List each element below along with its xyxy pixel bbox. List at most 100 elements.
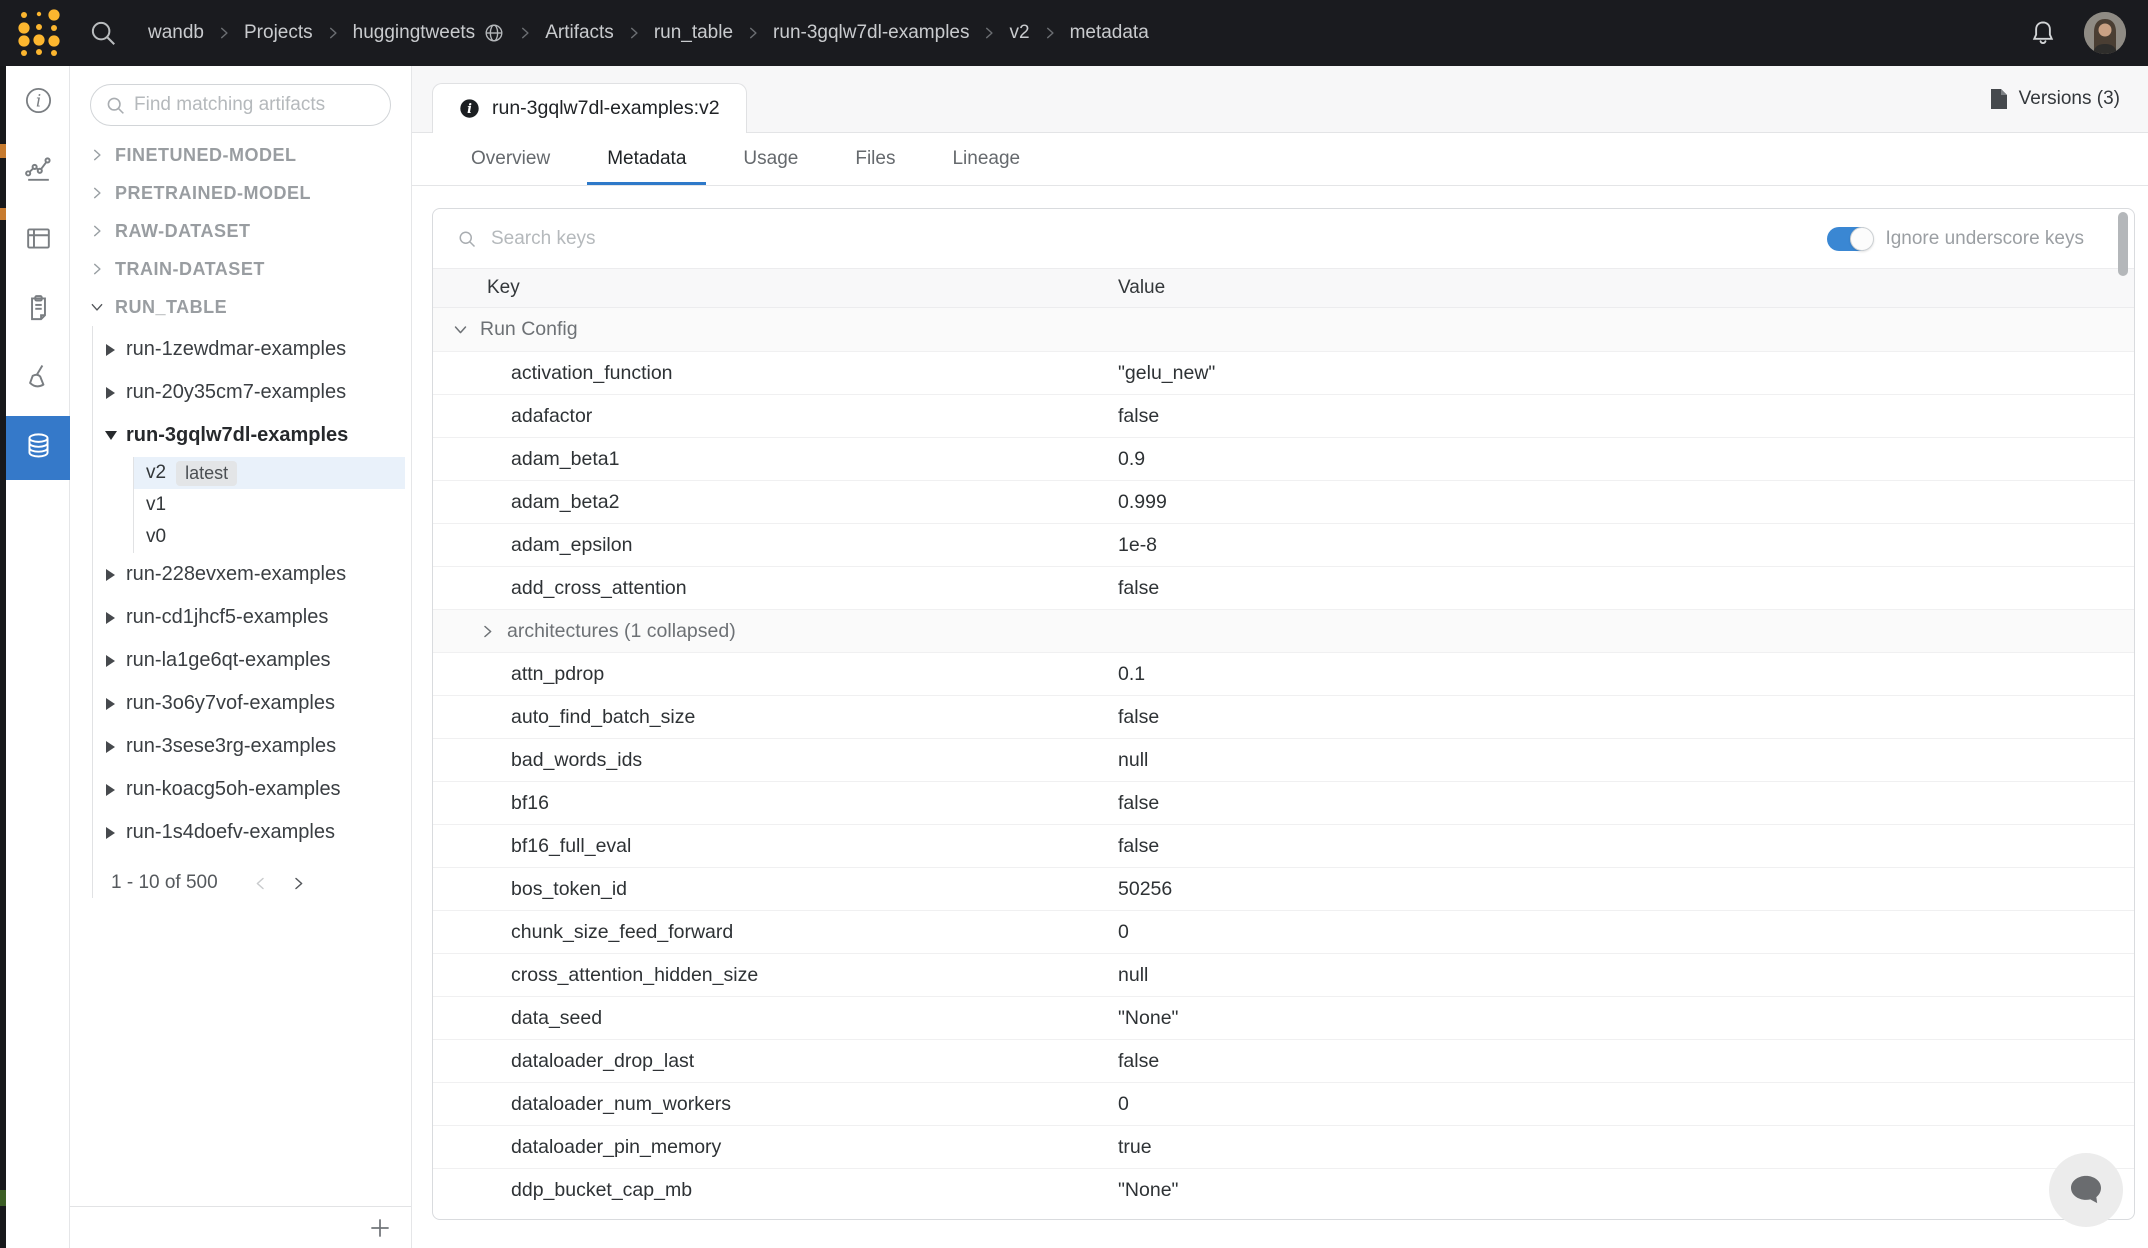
- card-scrollbar-thumb[interactable]: [2118, 212, 2128, 276]
- tree-item-run-koacg5oh-examples[interactable]: run-koacg5oh-examples: [93, 768, 411, 811]
- global-search-icon[interactable]: [88, 18, 118, 48]
- metadata-key: ddp_bucket_cap_mb: [433, 1179, 1118, 1202]
- breadcrumb-item-run_table[interactable]: run_table: [654, 22, 733, 44]
- metadata-value: null: [1118, 749, 2134, 772]
- tree-item-run-la1ge6qt-examples[interactable]: run-la1ge6qt-examples: [93, 639, 411, 682]
- breadcrumb-item-metadata[interactable]: metadata: [1070, 22, 1149, 44]
- breadcrumb-separator-icon: [217, 26, 231, 40]
- triangle-right-icon: [106, 698, 115, 710]
- tree-item-run-cd1jhcf5-examples[interactable]: run-cd1jhcf5-examples: [93, 596, 411, 639]
- user-avatar[interactable]: [2084, 12, 2126, 54]
- breadcrumb-item-huggingtweets[interactable]: huggingtweets: [353, 22, 506, 44]
- edge-fleck: [0, 1190, 6, 1206]
- artifact-tab-strip: i run-3gqlw7dl-examples:v2 Versions (3): [412, 66, 2148, 133]
- rail-item-sweeps[interactable]: [6, 347, 70, 411]
- metadata-value: 0: [1118, 921, 2134, 944]
- metadata-row: dataloader_pin_memorytrue: [433, 1125, 2134, 1168]
- metadata-value: "gelu_new": [1118, 362, 2134, 385]
- tab-metadata[interactable]: Metadata: [587, 133, 706, 185]
- support-chat-button[interactable]: [2049, 1153, 2123, 1227]
- metadata-row: add_cross_attentionfalse: [433, 566, 2134, 609]
- version-item-v1[interactable]: v1: [134, 489, 405, 521]
- rail-item-panels[interactable]: [6, 209, 70, 273]
- metadata-value: null: [1118, 964, 2134, 987]
- breadcrumb-item-wandb[interactable]: wandb: [148, 22, 204, 44]
- metadata-key: adam_beta1: [433, 448, 1118, 471]
- wandb-logo-icon[interactable]: [16, 7, 62, 59]
- tree-item-run-228evxem-examples[interactable]: run-228evxem-examples: [93, 553, 411, 596]
- breadcrumb-separator-icon: [746, 26, 760, 40]
- metadata-key: dataloader_pin_memory: [433, 1136, 1118, 1159]
- version-item-v0[interactable]: v0: [134, 521, 405, 553]
- next-page-icon[interactable]: [286, 870, 312, 896]
- ignore-underscore-label: Ignore underscore keys: [1885, 228, 2084, 250]
- globe-icon: [483, 22, 505, 44]
- group-label: architectures (1 collapsed): [507, 620, 736, 643]
- rail-item-artifacts[interactable]: [6, 416, 70, 480]
- tab-overview[interactable]: Overview: [451, 133, 570, 185]
- metadata-key: dataloader_drop_last: [433, 1050, 1118, 1073]
- main-panel: i run-3gqlw7dl-examples:v2 Versions (3) …: [412, 66, 2148, 1248]
- rail-item-charts[interactable]: [6, 140, 70, 204]
- breadcrumb-item-Projects[interactable]: Projects: [244, 22, 313, 44]
- metadata-value: "None": [1118, 1007, 2134, 1030]
- tree-item-label: run-3o6y7vof-examples: [126, 692, 335, 715]
- metadata-key: bos_token_id: [433, 878, 1118, 901]
- sidebar-category-RUN_TABLE[interactable]: RUN_TABLE: [70, 288, 411, 326]
- metadata-value: 0.999: [1118, 491, 2134, 514]
- metadata-group-row[interactable]: architectures (1 collapsed): [433, 609, 2134, 652]
- metadata-value: false: [1118, 792, 2134, 815]
- search-icon: [457, 229, 477, 249]
- versions-button[interactable]: Versions (3): [1989, 88, 2120, 110]
- breadcrumb-item-label: v2: [1009, 22, 1029, 44]
- previous-page-icon[interactable]: [248, 870, 274, 896]
- search-keys-input[interactable]: [491, 228, 1827, 250]
- version-label: v0: [146, 526, 166, 548]
- sidebar-category-label: TRAIN-DATASET: [115, 259, 265, 280]
- breadcrumb-item-label: run-3gqlw7dl-examples: [773, 22, 969, 44]
- metadata-key: bad_words_ids: [433, 749, 1118, 772]
- tree-item-run-1s4doefv-examples[interactable]: run-1s4doefv-examples: [93, 811, 411, 854]
- metadata-row: adam_beta20.999: [433, 480, 2134, 523]
- chevron-right-icon: [90, 262, 104, 276]
- tab-usage[interactable]: Usage: [723, 133, 818, 185]
- add-artifact-icon[interactable]: [367, 1215, 393, 1241]
- tree-item-run-20y35cm7-examples[interactable]: run-20y35cm7-examples: [93, 371, 411, 414]
- sidebar-category-RAW-DATASET[interactable]: RAW-DATASET: [70, 212, 411, 250]
- artifact-version-tab[interactable]: i run-3gqlw7dl-examples:v2: [432, 83, 747, 133]
- sidebar-category-TRAIN-DATASET[interactable]: TRAIN-DATASET: [70, 250, 411, 288]
- tree-item-run-3sese3rg-examples[interactable]: run-3sese3rg-examples: [93, 725, 411, 768]
- metadata-row: dataloader_drop_lastfalse: [433, 1039, 2134, 1082]
- triangle-right-icon: [106, 827, 115, 839]
- tab-lineage[interactable]: Lineage: [932, 133, 1040, 185]
- notifications-bell-icon[interactable]: [2028, 18, 2058, 48]
- artifact-search-input[interactable]: [134, 94, 379, 116]
- metadata-value: false: [1118, 577, 2134, 600]
- breadcrumb-item-run-3gqlw7dl-examples[interactable]: run-3gqlw7dl-examples: [773, 22, 969, 44]
- tree-item-label: run-3gqlw7dl-examples: [126, 424, 348, 447]
- rail-item-reports[interactable]: [6, 278, 70, 342]
- ignore-underscore-toggle[interactable]: [1827, 227, 1873, 251]
- tree-item-label: run-3sese3rg-examples: [126, 735, 336, 758]
- chat-bubble-icon: [2066, 1170, 2106, 1210]
- pagination-info: 1 - 10 of 500: [111, 872, 218, 894]
- sidebar-category-PRETRAINED-MODEL[interactable]: PRETRAINED-MODEL: [70, 174, 411, 212]
- triangle-right-icon: [106, 741, 115, 753]
- breadcrumb-item-v2[interactable]: v2: [1009, 22, 1029, 44]
- sidebar-category-FINETUNED-MODEL[interactable]: FINETUNED-MODEL: [70, 136, 411, 174]
- version-item-v2[interactable]: v2latest: [134, 457, 405, 489]
- rail-item-info[interactable]: i: [6, 71, 70, 135]
- metadata-key: data_seed: [433, 1007, 1118, 1030]
- triangle-right-icon: [106, 655, 115, 667]
- breadcrumb-separator-icon: [326, 26, 340, 40]
- metadata-row: bad_words_idsnull: [433, 738, 2134, 781]
- metadata-row: bf16_full_evalfalse: [433, 824, 2134, 867]
- tree-item-run-3o6y7vof-examples[interactable]: run-3o6y7vof-examples: [93, 682, 411, 725]
- metadata-group-row[interactable]: Run Config: [433, 308, 2134, 351]
- chevron-right-icon: [480, 624, 495, 639]
- chevron-right-icon: [90, 148, 104, 162]
- tree-item-run-1zewdmar-examples[interactable]: run-1zewdmar-examples: [93, 328, 411, 371]
- tab-files[interactable]: Files: [835, 133, 915, 185]
- breadcrumb-item-Artifacts[interactable]: Artifacts: [545, 22, 614, 44]
- tree-item-run-3gqlw7dl-examples[interactable]: run-3gqlw7dl-examples: [93, 414, 411, 457]
